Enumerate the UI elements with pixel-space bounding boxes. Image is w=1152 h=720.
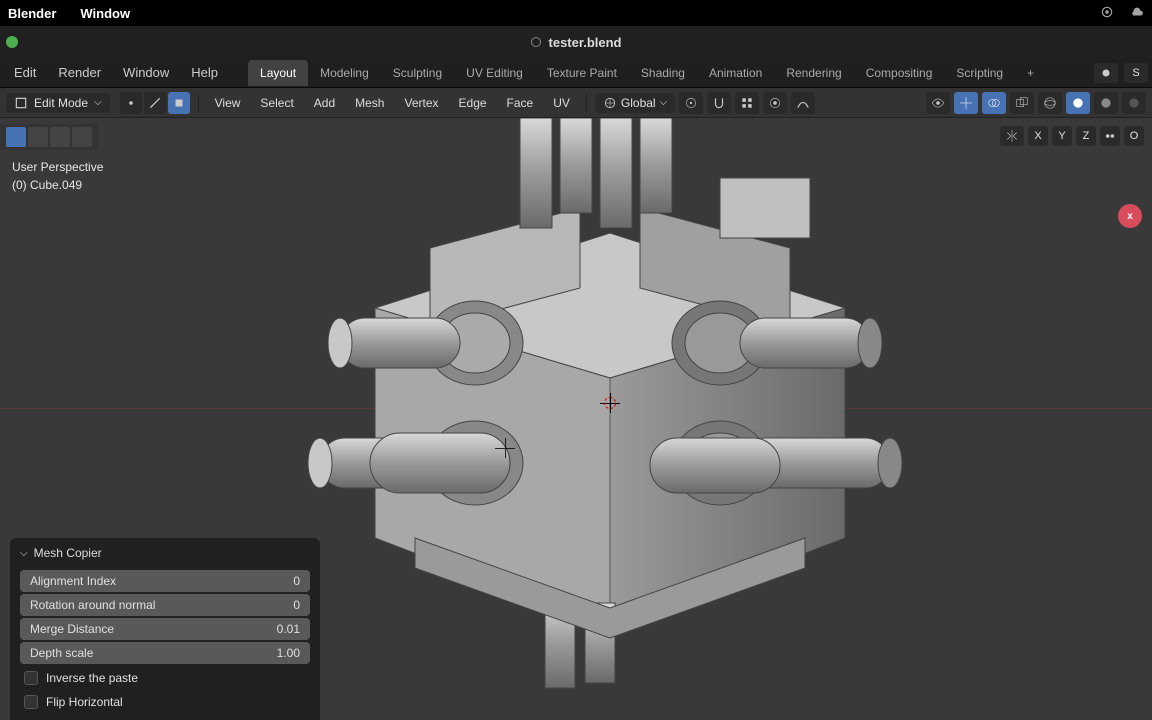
viewport-info-text: User Perspective (0) Cube.049 xyxy=(12,158,103,194)
operator-panel-header[interactable]: ⌵ Mesh Copier xyxy=(10,538,320,568)
tab-shading[interactable]: Shading xyxy=(629,60,697,86)
edge-select-mode[interactable] xyxy=(144,92,166,114)
invert-select-icon[interactable] xyxy=(72,127,92,147)
snap-options[interactable] xyxy=(735,92,759,114)
scene-label[interactable]: S xyxy=(1124,63,1148,83)
extend-select-icon[interactable] xyxy=(6,127,26,147)
menu-render[interactable]: Render xyxy=(48,61,111,84)
active-object-label: (0) Cube.049 xyxy=(12,176,103,194)
select-mode-sub-toolbar xyxy=(0,124,98,150)
shading-material[interactable] xyxy=(1094,92,1118,114)
main-menu-bar: Edit Render Window Help Layout Modeling … xyxy=(0,58,1152,88)
tab-animation[interactable]: Animation xyxy=(697,60,774,86)
menu-help[interactable]: Help xyxy=(181,61,228,84)
mode-selector[interactable]: Edit Mode ⌵ xyxy=(6,93,110,113)
prop-depth-scale[interactable]: Depth scale 1.00 xyxy=(20,642,310,664)
visibility-dropdown[interactable] xyxy=(926,92,950,114)
shading-solid[interactable] xyxy=(1066,92,1090,114)
mirror-icon[interactable] xyxy=(1000,126,1024,146)
tab-scripting[interactable]: Scripting xyxy=(944,60,1015,86)
redo-operator-panel: ⌵ Mesh Copier Alignment Index 0 Rotation… xyxy=(10,538,320,720)
tab-layout[interactable]: Layout xyxy=(248,60,308,86)
checkbox-icon[interactable] xyxy=(24,695,38,709)
tab-sculpting[interactable]: Sculpting xyxy=(381,60,454,86)
traffic-light-green[interactable] xyxy=(6,36,18,48)
os-menu-bar: Blender Window xyxy=(0,0,1152,26)
obs-icon[interactable] xyxy=(1100,5,1114,22)
shading-rendered[interactable] xyxy=(1122,92,1146,114)
header-mesh-menu[interactable]: Mesh xyxy=(347,93,392,113)
pivot-point-dropdown[interactable] xyxy=(679,92,703,114)
tab-modeling[interactable]: Modeling xyxy=(308,60,381,86)
header-view-menu[interactable]: View xyxy=(207,93,249,113)
header-select-menu[interactable]: Select xyxy=(252,93,301,113)
add-workspace-button[interactable]: + xyxy=(1015,60,1046,86)
document-filename: tester.blend xyxy=(549,35,622,50)
chevron-down-icon: ⌵ xyxy=(660,97,668,108)
transform-orientation[interactable]: Global ⌵ xyxy=(595,93,675,113)
face-select-mode[interactable] xyxy=(168,92,190,114)
mesh-object xyxy=(300,118,920,718)
os-window-menu[interactable]: Window xyxy=(80,6,130,21)
crosshair-cursor-icon xyxy=(495,438,515,458)
check-inverse-paste[interactable]: Inverse the paste xyxy=(20,668,310,688)
subtract-select-icon[interactable] xyxy=(28,127,48,147)
mode-label: Edit Mode xyxy=(34,96,88,110)
app-name-label: Blender xyxy=(8,6,56,21)
xray-toggle[interactable] xyxy=(1010,92,1034,114)
orientation-icon xyxy=(603,96,617,110)
perspective-label: User Perspective xyxy=(12,158,103,176)
proportional-falloff[interactable] xyxy=(791,92,815,114)
mirror-x-toggle[interactable]: X xyxy=(1028,126,1048,146)
workspace-tabs: Layout Modeling Sculpting UV Editing Tex… xyxy=(248,60,1046,86)
tab-compositing[interactable]: Compositing xyxy=(854,60,945,86)
tab-uv-editing[interactable]: UV Editing xyxy=(454,60,535,86)
header-uv-menu[interactable]: UV xyxy=(545,93,578,113)
cloud-icon[interactable] xyxy=(1130,5,1144,22)
vertex-select-mode[interactable] xyxy=(120,92,142,114)
edit-mode-icon xyxy=(14,96,28,110)
mirror-axis-toggles: X Y Z O xyxy=(1000,126,1144,146)
header-face-menu[interactable]: Face xyxy=(499,93,542,113)
mirror-y-toggle[interactable]: Y xyxy=(1052,126,1072,146)
window-title-bar: tester.blend xyxy=(0,26,1152,58)
prop-merge-distance[interactable]: Merge Distance 0.01 xyxy=(20,618,310,640)
tab-rendering[interactable]: Rendering xyxy=(774,60,853,86)
options-label[interactable]: O xyxy=(1124,126,1144,146)
snap-toggle[interactable] xyxy=(707,92,731,114)
main-menu-left: Edit Render Window Help xyxy=(4,61,228,84)
prop-alignment-index[interactable]: Alignment Index 0 xyxy=(20,570,310,592)
intersect-select-icon[interactable] xyxy=(50,127,70,147)
mesh-svg xyxy=(300,118,920,718)
header-edge-menu[interactable]: Edge xyxy=(451,93,495,113)
menu-window[interactable]: Window xyxy=(113,61,179,84)
orientation-label: Global xyxy=(621,96,656,110)
chevron-down-icon: ⌵ xyxy=(94,97,102,108)
scene-dropdown[interactable] xyxy=(1094,63,1118,83)
gizmo-x-label: x xyxy=(1127,211,1133,222)
mesh-select-mode-group xyxy=(120,92,190,114)
unsaved-indicator-icon xyxy=(531,37,541,47)
3d-cursor-icon xyxy=(600,393,620,413)
checkbox-icon[interactable] xyxy=(24,671,38,685)
3d-viewport[interactable]: X Y Z O User Perspective (0) Cube.049 xyxy=(0,118,1152,720)
header-add-menu[interactable]: Add xyxy=(306,93,343,113)
auto-merge-icon[interactable] xyxy=(1100,126,1120,146)
check-flip-horizontal[interactable]: Flip Horizontal xyxy=(20,692,310,712)
prop-rotation-normal[interactable]: Rotation around normal 0 xyxy=(20,594,310,616)
shading-wireframe[interactable] xyxy=(1038,92,1062,114)
tab-texture-paint[interactable]: Texture Paint xyxy=(535,60,629,86)
operator-title: Mesh Copier xyxy=(34,546,102,560)
editor-header: Edit Mode ⌵ View Select Add Mesh Vertex … xyxy=(0,88,1152,118)
gizmo-x-axis[interactable]: x xyxy=(1118,204,1142,228)
overlay-toggle[interactable] xyxy=(982,92,1006,114)
menu-edit[interactable]: Edit xyxy=(4,61,46,84)
chevron-down-icon: ⌵ xyxy=(20,548,28,559)
header-vertex-menu[interactable]: Vertex xyxy=(396,93,446,113)
gizmo-toggle[interactable] xyxy=(954,92,978,114)
topbar-right-icons: S xyxy=(1094,63,1148,83)
proportional-edit-toggle[interactable] xyxy=(763,92,787,114)
mirror-z-toggle[interactable]: Z xyxy=(1076,126,1096,146)
